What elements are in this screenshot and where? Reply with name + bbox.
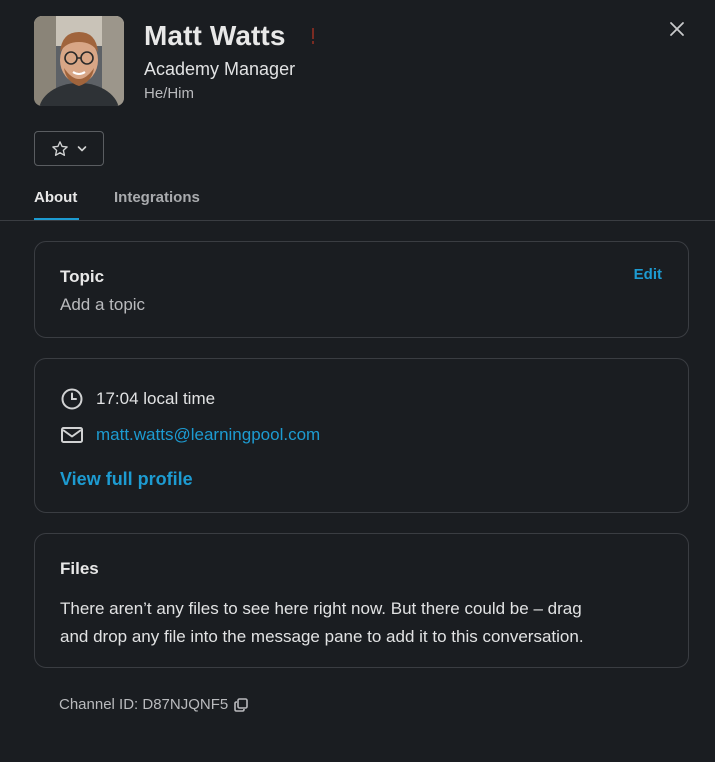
edit-topic-button[interactable]: Edit: [634, 266, 662, 283]
topic-card: Topic Add a topic Edit: [34, 241, 689, 338]
channel-id-text: Channel ID: D87NJQNF5: [59, 696, 229, 713]
tab-integrations[interactable]: Integrations: [114, 189, 200, 206]
files-label: Files: [60, 559, 99, 578]
close-button[interactable]: [664, 16, 690, 42]
files-card: Files There aren’t any files to see here…: [34, 533, 689, 668]
close-icon: [670, 22, 684, 36]
profile-panel: Matt Watts Academy Manager He/Him About …: [0, 0, 715, 762]
files-text-line-1: There aren’t any files to see here right…: [60, 599, 582, 618]
channel-id: Channel ID: D87NJQNF5: [59, 696, 249, 713]
copy-icon: [234, 697, 249, 712]
avatar[interactable]: [34, 16, 124, 106]
copy-channel-id-button[interactable]: [234, 697, 249, 712]
contact-card: 17:04 local time matt.watts@learningpool…: [34, 358, 689, 513]
topic-value: Add a topic: [60, 295, 146, 314]
local-time-text: 17:04 local time: [96, 389, 216, 408]
status-emoji-icon: [308, 27, 318, 45]
files-empty-message: There aren’t any files to see here right…: [60, 595, 660, 651]
tab-bar: About Integrations: [0, 178, 715, 221]
clock-icon: [61, 388, 83, 410]
profile-name: Matt Watts: [144, 20, 286, 51]
tab-about[interactable]: About: [34, 189, 77, 206]
star-icon: [52, 140, 68, 156]
topic-label: Topic: [60, 267, 105, 286]
mail-icon: [61, 427, 83, 443]
active-tab-indicator: [34, 218, 79, 220]
files-text-line-2: and drop any file into the message pane …: [60, 627, 584, 646]
profile-pronouns: He/Him: [144, 85, 195, 102]
chevron-down-icon: [77, 145, 87, 151]
email-link[interactable]: matt.watts@learningpool.com: [96, 425, 320, 445]
star-button[interactable]: [34, 131, 104, 166]
view-full-profile-link[interactable]: View full profile: [60, 469, 193, 490]
profile-title: Academy Manager: [144, 59, 296, 79]
email-row: matt.watts@learningpool.com: [60, 425, 320, 445]
local-time-row: 17:04 local time: [60, 387, 215, 411]
avatar-image: [34, 16, 124, 106]
